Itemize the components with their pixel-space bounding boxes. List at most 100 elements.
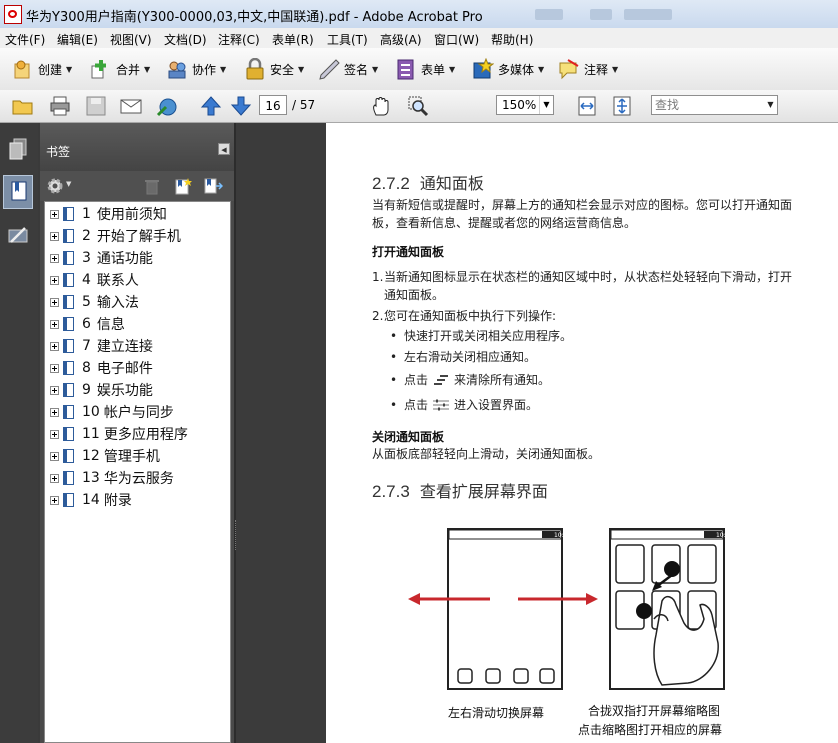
menu-window[interactable]: 窗口(W)	[434, 31, 479, 48]
expand-plus-icon[interactable]	[50, 407, 59, 417]
comment-button[interactable]: 注释 ▼	[558, 57, 618, 81]
multimedia-label: 多媒体	[498, 62, 535, 77]
expand-plus-icon[interactable]	[50, 429, 59, 439]
combine-files-icon	[91, 60, 106, 79]
caption-right-line1: 合拢双指打开屏幕缩略图	[588, 704, 721, 718]
menu-bar: 文件(F) 编辑(E) 视图(V) 文档(D) 注释(C) 表单(R) 工具(T…	[0, 28, 838, 49]
signatures-panel-button[interactable]	[3, 219, 33, 253]
open-folder-icon[interactable]	[12, 95, 34, 117]
expand-plus-icon[interactable]	[50, 495, 59, 505]
chevron-down-icon: ▼	[449, 64, 456, 74]
find-input[interactable]: 查找 ▼	[651, 95, 778, 115]
bookmarks-toolbar: ▼	[40, 171, 234, 201]
bookmark-icon	[63, 251, 74, 265]
menu-forms[interactable]: 表单(R)	[272, 31, 314, 48]
bookmark-number: 11	[82, 426, 100, 442]
expand-plus-icon[interactable]	[50, 341, 59, 351]
email-icon[interactable]	[120, 95, 142, 117]
bullet-dot: •	[390, 329, 398, 343]
bookmark-item[interactable]: 11 更多应用程序	[50, 424, 188, 444]
bookmark-item[interactable]: 4 联系人	[50, 270, 139, 290]
menu-tools[interactable]: 工具(T)	[327, 31, 368, 48]
titlebar-blurred-control[interactable]	[535, 9, 563, 20]
titlebar-blurred-control[interactable]	[624, 9, 672, 20]
bookmark-item[interactable]: 6 信息	[50, 314, 125, 334]
menu-comments[interactable]: 注释(C)	[218, 31, 260, 48]
bookmark-item[interactable]: 2 开始了解手机	[50, 226, 181, 246]
fit-width-icon[interactable]	[576, 95, 598, 117]
menu-edit[interactable]: 编辑(E)	[57, 31, 98, 48]
bookmarks-panel: 书签 ◀ ▼ 1 使用前须知 2 开始了解手机 3 通话功能 4 联系人 5 输入法 6信…	[40, 123, 234, 743]
previous-page-arrow-icon[interactable]	[200, 95, 222, 117]
delete-trash-icon[interactable]	[144, 178, 160, 195]
bookmarks-panel-button[interactable]	[3, 175, 33, 209]
bookmark-from-structure-icon[interactable]	[203, 177, 223, 195]
expand-plus-icon[interactable]	[50, 319, 59, 329]
expand-plus-icon[interactable]	[50, 385, 59, 395]
new-bookmark-icon[interactable]	[174, 177, 192, 195]
sign-button[interactable]: 签名 ▼	[318, 57, 378, 81]
next-page-arrow-icon[interactable]	[230, 95, 252, 117]
bookmark-item[interactable]: 1 使用前须知	[50, 204, 167, 224]
bookmark-label: 使用前须知	[96, 207, 167, 223]
menu-view[interactable]: 视图(V)	[110, 31, 152, 48]
menu-file[interactable]: 文件(F)	[5, 31, 45, 48]
bookmark-label: 附录	[103, 493, 132, 509]
forms-button[interactable]: 表单 ▼	[395, 57, 455, 81]
bullet-dot: •	[390, 373, 398, 387]
pdf-page[interactable]: 2.7.2 通知面板 当有新短信或提醒时，屏幕上方的通知栏会显示对应的图标。您可以…	[326, 123, 838, 743]
options-gear-icon[interactable]	[46, 177, 64, 195]
bookmark-item[interactable]: 12 管理手机	[50, 446, 160, 466]
web-globe-icon[interactable]	[156, 95, 178, 117]
sign-label: 签名	[344, 62, 369, 77]
bookmark-item[interactable]: 14 附录	[50, 490, 132, 510]
save-icon[interactable]	[85, 95, 107, 117]
extended-screen-illustration: 10:23 10:23	[408, 528, 733, 690]
bookmark-label: 帐户与同步	[103, 405, 174, 421]
bookmarks-list: 1 使用前须知 2 开始了解手机 3 通话功能 4 联系人 5 输入法 6 信息 7 建立连接…	[44, 201, 231, 743]
expand-plus-icon[interactable]	[50, 363, 59, 373]
multimedia-button[interactable]: 多媒体 ▼	[472, 57, 544, 81]
chevron-down-icon[interactable]: ▼	[539, 96, 553, 114]
print-icon[interactable]	[49, 95, 71, 117]
pages-panel-button[interactable]	[3, 133, 33, 167]
fit-page-icon[interactable]	[611, 95, 633, 117]
chevron-down-icon[interactable]: ▼	[764, 96, 777, 114]
bookmark-item[interactable]: 8 电子邮件	[50, 358, 153, 378]
chevron-down-icon[interactable]: ▼	[66, 180, 71, 188]
hand-tool-icon[interactable]	[370, 95, 392, 117]
expand-plus-icon[interactable]	[50, 275, 59, 285]
bookmark-item[interactable]: 3 通话功能	[50, 248, 153, 268]
caption-right-line2: 点击缩略图打开相应的屏幕	[578, 723, 723, 737]
expand-plus-icon[interactable]	[50, 231, 59, 241]
current-page-input[interactable]: 16	[259, 95, 287, 115]
expand-plus-icon[interactable]	[50, 451, 59, 461]
titlebar-blurred-control[interactable]	[590, 9, 612, 20]
bookmark-item[interactable]: 10 帐户与同步	[50, 402, 174, 422]
expand-plus-icon[interactable]	[50, 209, 59, 219]
zoom-select[interactable]: 150% ▼	[496, 95, 554, 115]
secure-button[interactable]: 安全 ▼	[244, 57, 304, 81]
expand-plus-icon[interactable]	[50, 473, 59, 483]
collapse-panel-icon[interactable]: ◀	[218, 143, 230, 155]
title-bar: 华为Y300用户指南(Y300-0000,03,中文,中国联通).pdf - A…	[0, 0, 838, 29]
menu-document[interactable]: 文档(D)	[164, 31, 207, 48]
bookmarks-panel-title: 书签	[46, 145, 71, 159]
marquee-zoom-icon[interactable]	[407, 95, 429, 117]
bookmark-item[interactable]: 7 建立连接	[50, 336, 153, 356]
bookmark-icon	[63, 295, 74, 309]
section-title: 通知面板	[419, 174, 484, 193]
bookmark-label: 华为云服务	[103, 471, 174, 487]
bookmark-item[interactable]: 13 华为云服务	[50, 468, 174, 488]
create-button[interactable]: 创建 ▼	[12, 57, 72, 81]
bookmark-item[interactable]: 9 娱乐功能	[50, 380, 153, 400]
expand-plus-icon[interactable]	[50, 253, 59, 263]
bookmark-item[interactable]: 5 输入法	[50, 292, 139, 312]
bullet-dot: •	[390, 350, 398, 364]
pages-icon	[9, 138, 27, 160]
combine-button[interactable]: 合并 ▼	[90, 57, 150, 81]
expand-plus-icon[interactable]	[50, 297, 59, 307]
menu-help[interactable]: 帮助(H)	[491, 31, 533, 48]
menu-advanced[interactable]: 高级(A)	[380, 31, 422, 48]
collaborate-button[interactable]: 协作 ▼	[166, 57, 226, 81]
